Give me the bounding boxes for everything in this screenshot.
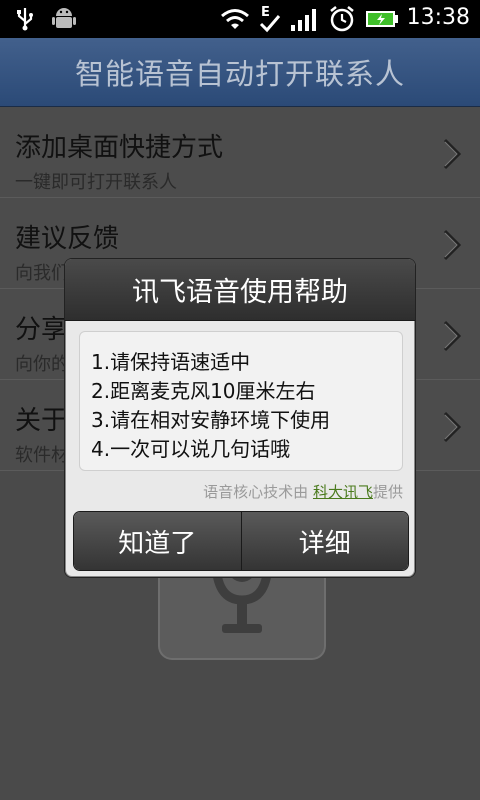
status-time: 13:38 (406, 5, 470, 30)
credit-suffix: 提供 (372, 483, 403, 501)
alarm-icon (328, 6, 356, 32)
dialog-button-bar: 知道了 详细 (73, 511, 409, 571)
chevron-right-icon (442, 319, 462, 357)
list-item-add-shortcut[interactable]: 添加桌面快捷方式 一键即可打开联系人 (0, 107, 480, 198)
edge-signal-icon: E (258, 5, 282, 33)
dialog-instructions: 1.请保持语速适中 2.距离麦克风10厘米左右 3.请在相对安静环境下使用 4.… (79, 331, 403, 471)
instruction-line: 1.请保持语速适中 (91, 350, 251, 374)
app-title-bar: 智能语音自动打开联系人 (0, 38, 480, 107)
list-item-title: 分享 (15, 315, 68, 345)
instruction-line: 2.距离麦克风10厘米左右 (91, 379, 316, 403)
chevron-right-icon (442, 137, 462, 175)
wifi-icon (220, 6, 250, 32)
app-title: 智能语音自动打开联系人 (74, 57, 405, 91)
list-item-subtitle: 一键即可打开联系人 (15, 172, 177, 193)
instruction-line: 3.请在相对安静环境下使用 (91, 408, 331, 432)
list-item-title: 关于 (15, 406, 68, 436)
battery-charging-icon (365, 6, 399, 32)
list-item-subtitle: 软件材 (15, 445, 69, 466)
voice-help-dialog: 讯飞语音使用帮助 1.请保持语速适中 2.距离麦克风10厘米左右 3.请在相对安… (64, 258, 416, 578)
list-item-title: 添加桌面快捷方式 (15, 133, 224, 163)
chevron-right-icon (442, 228, 462, 266)
signal-bars-icon (290, 6, 320, 32)
credit-prefix: 语音核心技术由 (203, 483, 309, 501)
status-bar: E 13:38 (0, 0, 480, 38)
svg-text:E: E (261, 5, 270, 20)
details-button[interactable]: 详细 (240, 512, 408, 570)
list-item-subtitle: 向我们 (15, 263, 69, 284)
iflytek-link[interactable]: 科大讯飞 (313, 483, 373, 501)
android-debug-icon (52, 6, 76, 32)
got-it-button[interactable]: 知道了 (74, 512, 241, 570)
usb-icon (14, 6, 36, 32)
dialog-title: 讯飞语音使用帮助 (65, 259, 415, 321)
instruction-line: 4.一次可以说几句话哦 (91, 437, 291, 461)
tech-credit: 语音核心技术由 科大讯飞提供 (203, 481, 403, 502)
list-item-subtitle: 向你的 (15, 354, 69, 375)
list-item-title: 建议反馈 (15, 224, 120, 254)
chevron-right-icon (442, 410, 462, 448)
